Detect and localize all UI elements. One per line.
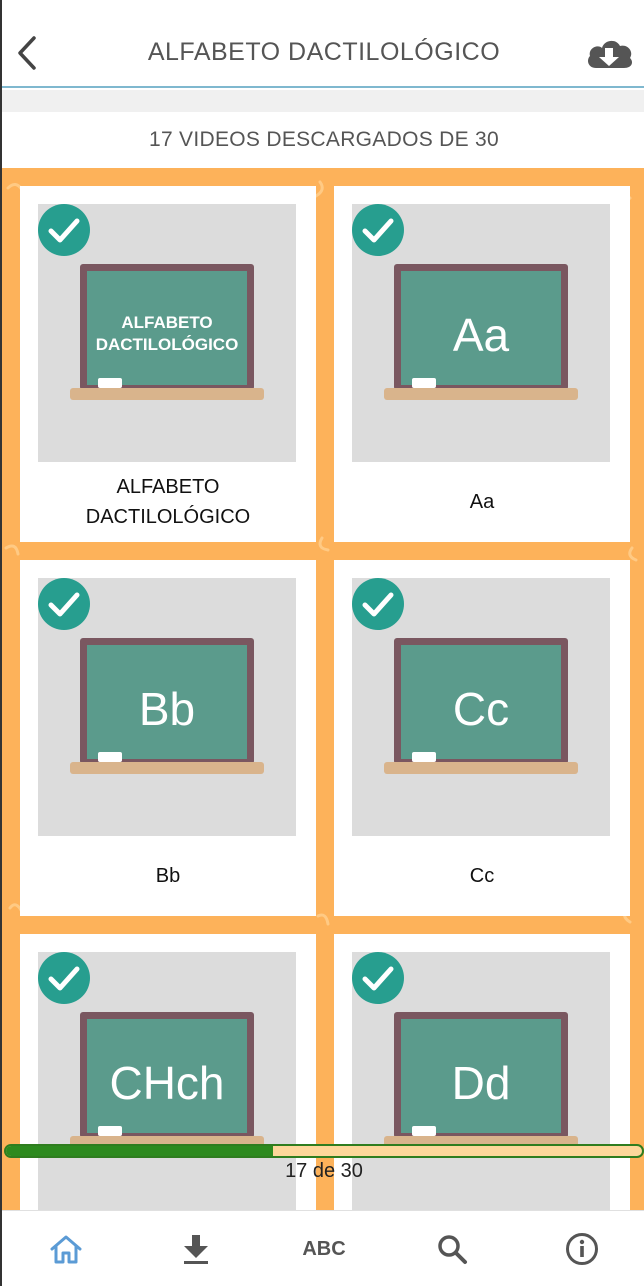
video-card[interactable]: Aa Aa xyxy=(334,186,630,542)
download-progress-bar xyxy=(4,1144,644,1158)
nav-info[interactable] xyxy=(542,1211,622,1286)
download-icon xyxy=(184,1235,208,1264)
board-text: CHch xyxy=(109,1057,225,1109)
checkmark-icon xyxy=(352,204,404,256)
info-icon xyxy=(566,1233,598,1265)
download-all-button[interactable] xyxy=(584,34,634,74)
video-card[interactable]: ALFABETO DACTILOLÓGICO ALFABETO DACTILOL… xyxy=(20,186,316,542)
card-label: Bb xyxy=(155,865,181,887)
home-icon xyxy=(50,1235,82,1264)
nav-home[interactable] xyxy=(26,1211,106,1286)
download-status: 17 VIDEOS DESCARGADOS DE 30 xyxy=(2,112,644,168)
checkmark-icon xyxy=(352,952,404,1004)
checkmark-icon xyxy=(38,578,90,630)
checkmark-icon xyxy=(352,578,404,630)
board-text: ALFABETO DACTILOLÓGICO xyxy=(95,313,239,354)
header-spacer xyxy=(2,90,644,112)
card-label: Aa xyxy=(469,491,495,513)
progress-fill xyxy=(6,1146,274,1156)
search-icon xyxy=(438,1235,467,1264)
cloud-download-icon xyxy=(588,40,632,68)
card-label: Cc xyxy=(469,865,495,887)
back-button[interactable] xyxy=(10,30,46,76)
progress-text: 17 de 30 xyxy=(285,1160,363,1182)
abc-label: ABC xyxy=(302,1237,346,1260)
video-card[interactable]: Bb Bb xyxy=(20,560,316,916)
board-text: Dd xyxy=(451,1057,511,1109)
board-text: Cc xyxy=(452,683,510,735)
app-screen: ALFABETO DACTILOLÓGICO 17 VIDEOS DESCARG… xyxy=(0,0,644,1286)
board-text: Bb xyxy=(138,683,196,735)
board-text: Aa xyxy=(452,309,510,361)
checkmark-icon xyxy=(38,952,90,1004)
chevron-left-icon xyxy=(18,36,36,70)
checkmark-icon xyxy=(38,204,90,256)
video-card[interactable]: Cc Cc xyxy=(334,560,630,916)
video-grid[interactable]: ALFABETO DACTILOLÓGICO ALFABETO DACTILOL… xyxy=(2,168,644,1210)
blackboard-thumbnail: Aa xyxy=(352,204,610,462)
card-label: ALFABETO DACTILOLÓGICO xyxy=(85,476,251,528)
nav-downloads[interactable] xyxy=(156,1211,236,1286)
blackboard-thumbnail: Bb xyxy=(38,578,296,836)
nav-search[interactable] xyxy=(412,1211,492,1286)
bottom-nav: ABC xyxy=(2,1210,644,1286)
top-bar: ALFABETO DACTILOLÓGICO xyxy=(2,0,644,88)
page-title: ALFABETO DACTILOLÓGICO xyxy=(147,38,501,66)
blackboard-thumbnail: Cc xyxy=(352,578,610,836)
nav-abc[interactable]: ABC xyxy=(284,1211,364,1286)
blackboard-thumbnail: ALFABETO DACTILOLÓGICO xyxy=(38,204,296,462)
